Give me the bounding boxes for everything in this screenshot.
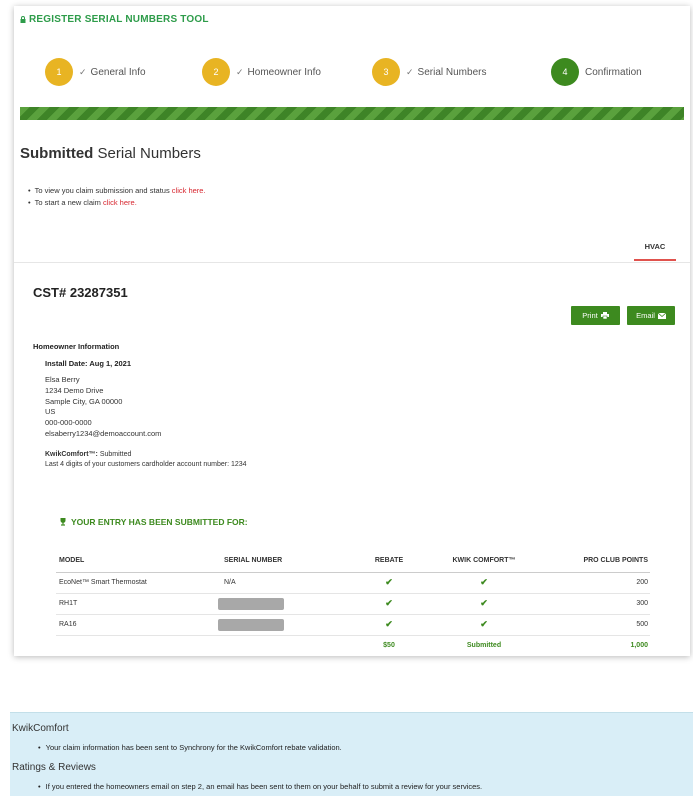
cell-points: 500 [534, 614, 650, 636]
progress-bar [20, 107, 684, 120]
list-item: • Your claim information has been sent t… [38, 743, 342, 752]
divider [14, 262, 690, 263]
total-kwik: Submitted [466, 642, 502, 650]
check-icon: ✔ [344, 593, 434, 615]
email-button[interactable]: Email [627, 306, 675, 325]
new-claim-link[interactable]: click here. [103, 198, 137, 207]
homeowner-email: elsaberry1234@demoaccount.com [45, 428, 162, 438]
check-icon: ✔ [434, 614, 534, 636]
check-icon: ✔ [434, 572, 534, 594]
cell-points: 200 [534, 572, 650, 594]
step-label: Homeowner Info [247, 66, 321, 78]
kwikcomfort-note: Your claim information has been sent to … [45, 743, 342, 752]
check-icon: ✔ [344, 614, 434, 636]
check-icon: ✓ [79, 66, 87, 77]
page-title: Submitted Serial Numbers [20, 145, 201, 162]
email-button-label: Email [636, 311, 655, 320]
submission-heading: YOUR ENTRY HAS BEEN SUBMITTED FOR: [59, 517, 248, 527]
homeowner-address: Elsa Berry 1234 Demo Drive Sample City, … [45, 375, 161, 440]
envelope-icon [657, 312, 666, 319]
kwikcomfort-heading: KwikComfort [12, 723, 69, 734]
table-header-row: MODEL SERIAL NUMBER REBATE KWIK COMFORT™… [56, 550, 650, 573]
step-label: Confirmation [585, 66, 642, 78]
check-icon: ✓ [406, 66, 414, 77]
homeowner-heading: Homeowner Information [33, 342, 120, 351]
step-number: 3 [372, 58, 400, 86]
printer-icon [600, 312, 609, 319]
redacted-serial [218, 597, 284, 610]
register-serial-card: REGISTER SERIAL NUMBERS TOOL 1 ✓ General … [14, 6, 690, 656]
print-button[interactable]: Print [571, 306, 620, 325]
step-label: General Info [90, 66, 146, 78]
page-title-bold: Submitted [20, 145, 94, 162]
step-number: 2 [202, 58, 230, 86]
table-row: EcoNet™ Smart Thermostat N/A ✔ ✔ 200 [56, 572, 650, 594]
claim-links: • To view you claim submission and statu… [28, 185, 206, 209]
tab-hvac[interactable]: HVAC [637, 242, 673, 251]
table-row: RH1T ✔ ✔ 300 [56, 593, 650, 615]
reviews-heading: Ratings & Reviews [12, 762, 96, 773]
cell-model: EcoNet™ Smart Thermostat [56, 572, 224, 594]
check-icon: ✔ [344, 572, 434, 594]
submission-heading-text: YOUR ENTRY HAS BEEN SUBMITTED FOR: [71, 517, 248, 527]
step-confirmation[interactable]: 4 Confirmation [551, 58, 642, 86]
col-kwik: KWIK COMFORT™ [434, 550, 534, 573]
col-serial: SERIAL NUMBER [224, 550, 344, 573]
check-icon: ✔ [434, 593, 534, 615]
cst-number: CST# 23287351 [33, 285, 128, 300]
tool-title-text: REGISTER SERIAL NUMBERS TOOL [29, 14, 209, 25]
col-model: MODEL [56, 550, 224, 573]
list-item: • If you entered the homeowners email on… [38, 782, 483, 791]
cell-model: RA16 [56, 614, 224, 636]
total-rebate: $50 [383, 642, 395, 650]
step-homeowner-info[interactable]: 2 ✓ Homeowner Info [202, 58, 321, 86]
link-description: To start a new claim [34, 198, 101, 207]
kwik-status: Submitted [99, 451, 132, 458]
link-description: To view you claim submission and status [34, 186, 170, 195]
print-button-label: Print [582, 311, 598, 320]
submission-table: MODEL SERIAL NUMBER REBATE KWIK COMFORT™… [56, 550, 650, 656]
table-row: RA16 ✔ ✔ 500 [56, 614, 650, 636]
list-item: • To start a new claim click here. [28, 198, 137, 207]
info-panel: KwikComfort • Your claim information has… [10, 712, 693, 796]
cardholder-info: Last 4 digits of your customers cardhold… [45, 461, 247, 468]
homeowner-phone: 000-000-0000 [45, 418, 92, 428]
cell-points: 300 [534, 593, 650, 615]
list-item: • To view you claim submission and statu… [28, 186, 206, 195]
reviews-note: If you entered the homeowners email on s… [45, 782, 483, 791]
check-icon: ✓ [236, 66, 244, 77]
tab-active-indicator [634, 259, 676, 261]
step-label: Serial Numbers [417, 66, 487, 78]
cell-model: RH1T [56, 593, 224, 615]
kwikcomfort-status: KwikComfort™: Submitted Last 4 digits of… [45, 450, 247, 470]
totals-row: $50 Submitted 1,000 [56, 635, 650, 656]
step-number: 4 [551, 58, 579, 86]
col-rebate: REBATE [344, 550, 434, 573]
homeowner-name: Elsa Berry [45, 375, 80, 384]
step-general-info[interactable]: 1 ✓ General Info [45, 58, 146, 86]
total-points: 1,000 [630, 642, 648, 650]
cell-serial: N/A [224, 572, 344, 594]
col-points: PRO CLUB POINTS [534, 550, 650, 573]
step-progress: 1 ✓ General Info 2 ✓ Homeowner Info 3 ✓ Ser… [14, 58, 690, 90]
homeowner-street: 1234 Demo Drive [45, 385, 104, 395]
homeowner-country: US [45, 407, 56, 417]
trophy-icon [60, 518, 66, 526]
step-number: 1 [45, 58, 73, 86]
homeowner-city: Sample City, GA 00000 [45, 396, 123, 406]
redacted-serial [218, 618, 284, 631]
kwik-label: KwikComfort™: [45, 451, 98, 458]
lock-icon [20, 16, 26, 23]
step-serial-numbers[interactable]: 3 ✓ Serial Numbers [372, 58, 486, 86]
install-date: Install Date: Aug 1, 2021 [45, 359, 132, 368]
view-claim-link[interactable]: click here. [172, 186, 206, 195]
page-title-rest: Serial Numbers [97, 145, 201, 162]
tool-title: REGISTER SERIAL NUMBERS TOOL [20, 14, 209, 25]
